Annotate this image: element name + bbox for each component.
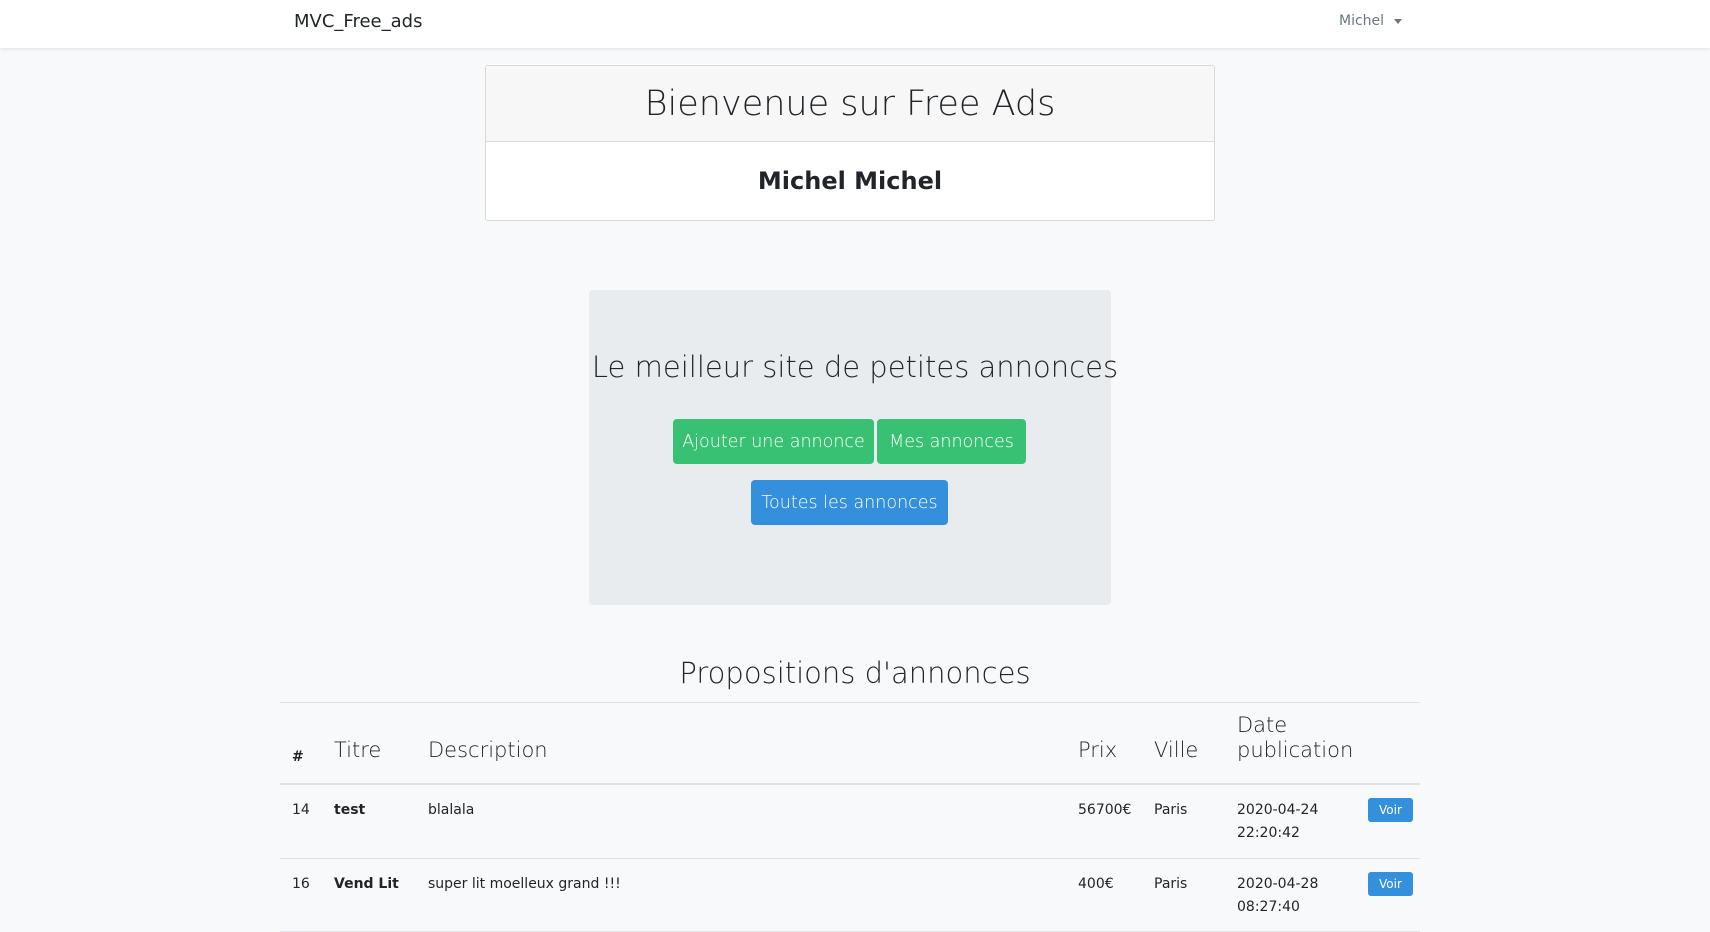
proposals-table-wrap: # Titre Description Prix Ville Date publ…: [280, 702, 1420, 932]
cell-id: 16: [280, 858, 322, 932]
cell-price: 56700€: [1066, 784, 1142, 859]
brand-link[interactable]: MVC_Free_ads: [294, 11, 422, 32]
welcome-card: Bienvenue sur Free Ads Michel Michel: [485, 65, 1215, 221]
proposals-table: # Titre Description Prix Ville Date publ…: [280, 702, 1420, 932]
header-price: Prix: [1066, 702, 1142, 786]
welcome-user-name: Michel Michel: [757, 167, 943, 195]
cell-date-day: 2020-04-28: [1237, 875, 1319, 892]
cell-date-time: 08:27:40: [1237, 898, 1300, 915]
jumbotron-title: Le meilleur site de petites annonces: [591, 350, 1119, 384]
table-row: 16 Vend Lit super lit moelleux grand !!!…: [280, 858, 1420, 932]
cell-action: Voir: [1356, 858, 1420, 932]
my-ads-button[interactable]: Mes annonces: [877, 419, 1026, 464]
cell-price: 400€: [1066, 858, 1142, 932]
user-name: Michel: [1339, 13, 1385, 29]
cell-id: 14: [280, 784, 322, 859]
cell-description: blalala: [416, 784, 1066, 859]
table-header-row: # Titre Description Prix Ville Date publ…: [280, 702, 1420, 786]
view-ad-button[interactable]: Voir: [1368, 798, 1413, 823]
cell-city: Paris: [1142, 784, 1225, 859]
cell-date-time: 22:20:42: [1237, 825, 1300, 842]
table-row: 14 test blalala 56700€ Paris 2020-04-24 …: [280, 784, 1420, 859]
welcome-title: Bienvenue sur Free Ads: [486, 66, 1214, 142]
caret-down-icon: [1394, 19, 1403, 24]
cell-title: test: [322, 784, 416, 859]
cell-title: Vend Lit: [322, 858, 416, 932]
add-ad-button[interactable]: Ajouter une annonce: [673, 419, 874, 464]
header-description: Description: [416, 702, 1066, 786]
cell-date: 2020-04-28 08:27:40: [1225, 858, 1356, 932]
header-city: Ville: [1142, 702, 1225, 786]
header-title: Titre: [322, 702, 416, 786]
view-ad-button[interactable]: Voir: [1368, 871, 1413, 896]
all-ads-button[interactable]: Toutes les annonces: [751, 480, 948, 525]
header-id: #: [280, 702, 322, 786]
cell-city: Paris: [1142, 858, 1225, 932]
cell-date-day: 2020-04-24: [1237, 802, 1319, 819]
header-action: [1356, 702, 1420, 786]
user-dropdown[interactable]: Michel: [1339, 13, 1403, 29]
cell-action: Voir: [1356, 784, 1420, 859]
cell-description: super lit moelleux grand !!!: [416, 858, 1066, 932]
navbar: MVC_Free_ads Michel: [0, 0, 1710, 48]
header-date: Date publication: [1225, 702, 1356, 786]
proposals-title: Propositions d'annonces: [679, 656, 1031, 690]
cell-date: 2020-04-24 22:20:42: [1225, 784, 1356, 859]
